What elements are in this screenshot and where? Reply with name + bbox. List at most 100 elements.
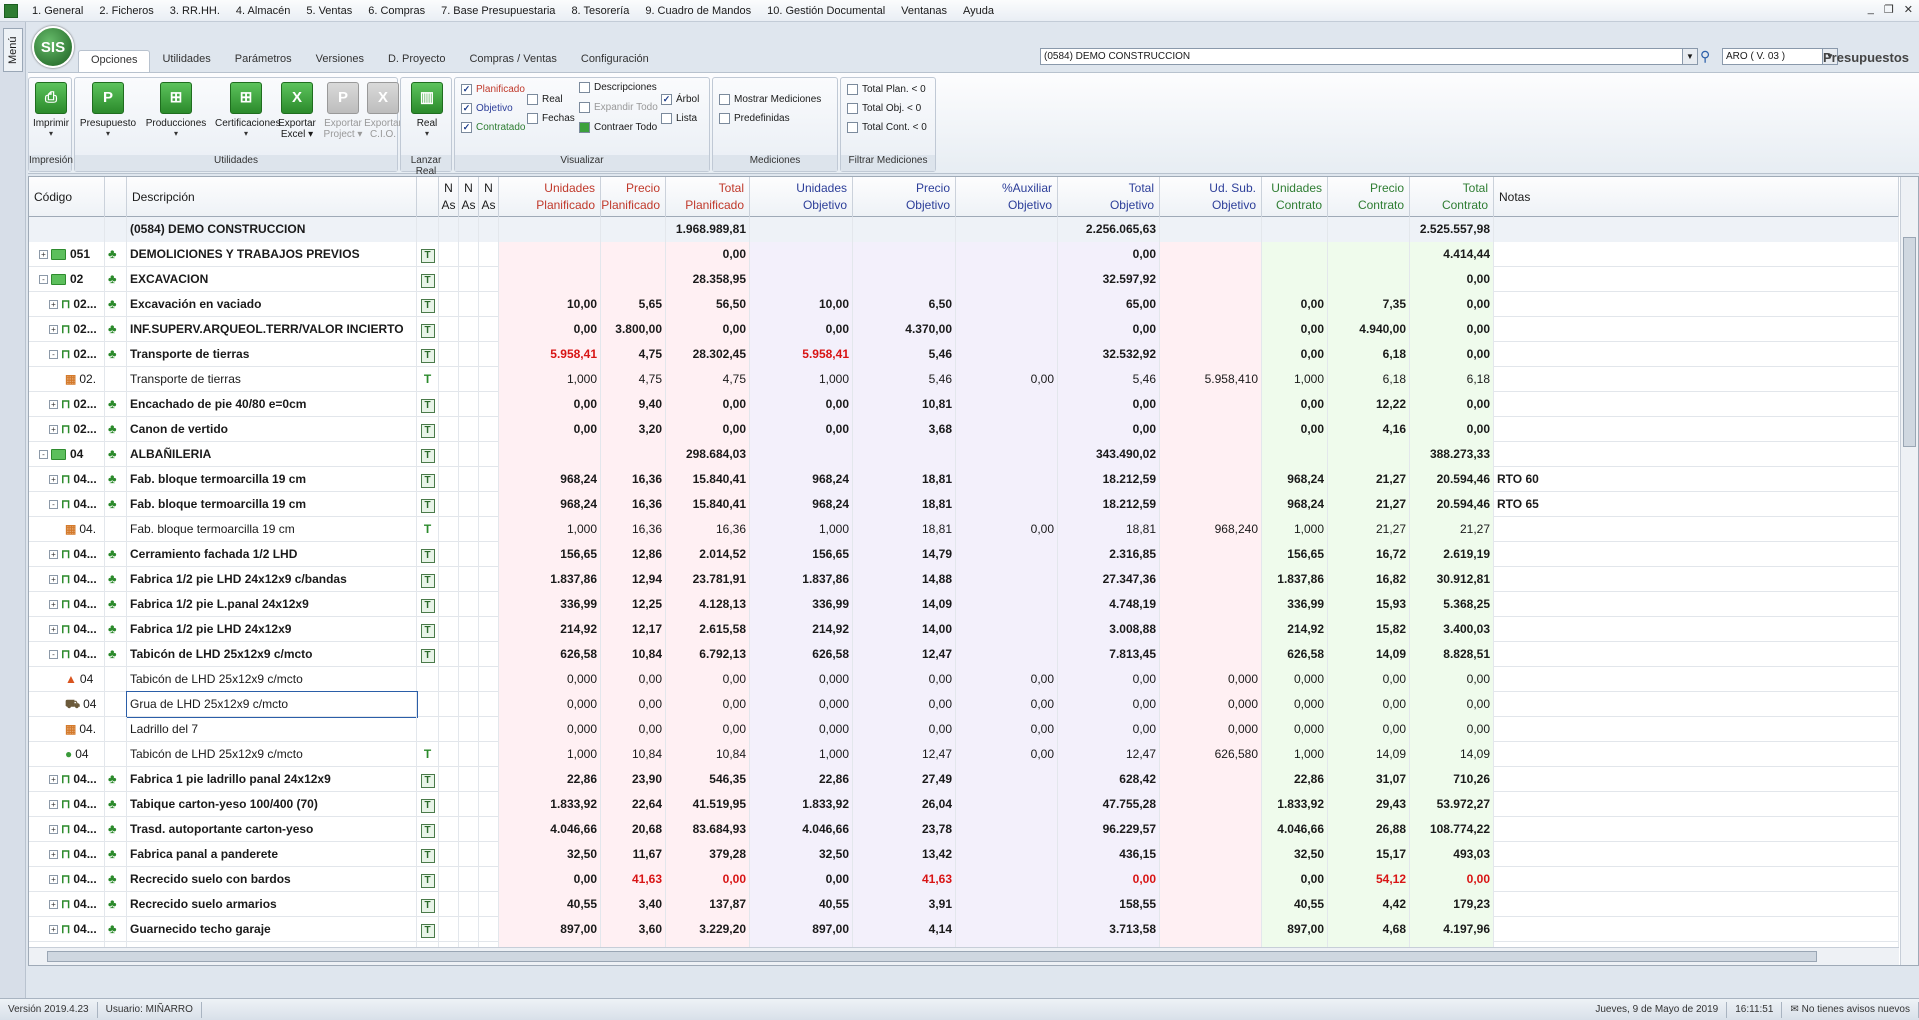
tab-opciones[interactable]: Opciones	[78, 50, 151, 72]
column-header[interactable]: Código	[29, 177, 105, 217]
column-header[interactable]: Unidades Objetivo	[750, 177, 853, 217]
table-row[interactable]: + ⊓ 02... ♣ Excavación en vaciado T 10,00 5,65 5…	[29, 292, 1899, 317]
table-row[interactable]: + ⊓ 04... ♣ Fabrica 1/2 pie LHD 24x12x9 c/ba…	[29, 567, 1899, 592]
text-note-icon[interactable]: T	[424, 747, 431, 761]
table-row[interactable]: +051 ♣ DEMOLICIONES Y TRABAJOS PREVIOS T 0,0…	[29, 242, 1899, 267]
table-row[interactable]: + ⊓ 04... ♣ Trasd. autoportante carton-yeso T…	[29, 817, 1899, 842]
tree-structure-icon[interactable]: ♣	[108, 321, 117, 336]
description-cell[interactable]: Transporte de tierras	[127, 367, 417, 392]
description-cell[interactable]: Excavación en vaciado	[127, 292, 417, 317]
column-header[interactable]: N As	[439, 177, 459, 217]
table-row[interactable]: - ⊓ 04... ♣ Fab. bloque termoarcilla 19 cm T 9…	[29, 492, 1899, 517]
chk-predefinidas[interactable]: Predefinidas	[719, 113, 790, 124]
column-header[interactable]: Ud. Sub. Objetivo	[1160, 177, 1262, 217]
tree-structure-icon[interactable]: ♣	[108, 246, 117, 261]
menu-ventas[interactable]: 5. Ventas	[298, 5, 360, 17]
tree-structure-icon[interactable]: ♣	[108, 271, 117, 286]
expand-icon[interactable]: +	[49, 575, 58, 585]
expand-icon[interactable]: +	[49, 550, 58, 560]
table-row[interactable]: ▦ 04. Ladrillo del 7 0,000 0,00 0,00 0,000 0,00…	[29, 717, 1899, 742]
tree-structure-icon[interactable]: ♣	[108, 396, 117, 411]
table-row[interactable]: + ⊓ 02... ♣ Encachado de pie 40/80 e=0cm T 0,0…	[29, 392, 1899, 417]
vertical-scrollbar[interactable]	[1900, 177, 1918, 965]
table-row[interactable]: - ⊓ 02... ♣ Transporte de tierras T 5.958,41 4,…	[29, 342, 1899, 367]
column-header[interactable]: Notas	[1494, 177, 1899, 217]
column-header[interactable]: Total Contrato	[1410, 177, 1494, 217]
scroll-thumb[interactable]	[1903, 237, 1916, 447]
column-header[interactable]: N As	[459, 177, 479, 217]
tree-structure-icon[interactable]: ♣	[108, 896, 117, 911]
table-row[interactable]: + ⊓ 02... ♣ Canon de vertido T 0,00 3,20 0,00 0,0…	[29, 417, 1899, 442]
expand-icon[interactable]: +	[49, 625, 58, 635]
tree-structure-icon[interactable]: ♣	[108, 571, 117, 586]
text-note-icon[interactable]: T	[420, 449, 435, 463]
table-row[interactable]: ▦ 02. Transporte de tierras T 1,000 4,75 4,75 1…	[29, 367, 1899, 392]
description-cell[interactable]: Grua de LHD 25x12x9 c/mcto	[126, 691, 418, 718]
search-icon[interactable]: ⚲	[1700, 48, 1716, 65]
description-cell[interactable]: Tabicón de LHD 25x12x9 c/mcto	[127, 742, 417, 767]
app-icon[interactable]	[4, 3, 18, 18]
text-note-icon[interactable]: T	[420, 874, 435, 888]
description-cell[interactable]: Ladrillo del 7	[127, 717, 417, 742]
description-cell[interactable]: Fab. bloque termoarcilla 19 cm	[127, 492, 417, 517]
tree-structure-icon[interactable]: ♣	[108, 621, 117, 636]
table-row[interactable]: + ⊓ 04... ♣ Guarnecido techo garaje T 897,00 3,…	[29, 917, 1899, 942]
tab-versiones[interactable]: Versiones	[304, 50, 376, 72]
description-cell[interactable]: (0584) DEMO CONSTRUCCION	[127, 217, 417, 242]
description-cell[interactable]: Guarnecido techo garaje	[127, 917, 417, 942]
text-note-icon[interactable]: T	[420, 249, 435, 263]
table-row[interactable]: + ⊓ 02... ♣ INF.SUPERV.ARQUEOL.TERR/VALOR IN…	[29, 317, 1899, 342]
description-cell[interactable]: Trasd. autoportante carton-yeso	[127, 817, 417, 842]
imprimir-button[interactable]: ⎙ Imprimir ▾	[20, 82, 82, 152]
table-row[interactable]: - ⊓ 04... ♣ Tabicón de LHD 25x12x9 c/mcto T 62…	[29, 642, 1899, 667]
description-cell[interactable]: Fabrica 1/2 pie L.panal 24x12x9	[127, 592, 417, 617]
tree-structure-icon[interactable]: ♣	[108, 796, 117, 811]
table-row[interactable]: + ⊓ 04... ♣ Fabrica 1/2 pie L.panal 24x12x9 T…	[29, 592, 1899, 617]
table-row[interactable]: - 04 ♣ ALBAÑILERIA T 298.684,03 343.490,02 388.…	[29, 442, 1899, 467]
tree-structure-icon[interactable]: ♣	[108, 546, 117, 561]
scroll-thumb[interactable]	[47, 951, 1817, 962]
menu-tesoreria[interactable]: 8. Tesorería	[563, 5, 637, 17]
text-note-icon[interactable]: T	[420, 924, 435, 938]
tree-structure-icon[interactable]: ♣	[108, 596, 117, 611]
description-cell[interactable]: Transporte de tierras	[127, 342, 417, 367]
table-row[interactable]: ● 04 Tabicón de LHD 25x12x9 c/mcto T 1,000 10…	[29, 742, 1899, 767]
column-header[interactable]: Precio Planificado	[601, 177, 666, 217]
expand-icon[interactable]: +	[49, 900, 58, 910]
description-cell[interactable]: Fabrica 1 pie ladrillo panal 24x12x9	[127, 767, 417, 792]
close-icon[interactable]: ✕	[1904, 3, 1913, 16]
text-note-icon[interactable]: T	[420, 649, 435, 663]
menu-almacen[interactable]: 4. Almacén	[228, 5, 298, 17]
menu-general[interactable]: 1. General	[24, 5, 91, 17]
expand-icon[interactable]: +	[49, 400, 58, 410]
menu-cuadro-mandos[interactable]: 9. Cuadro de Mandos	[637, 5, 759, 17]
description-cell[interactable]: Fabrica 1/2 pie LHD 24x12x9	[127, 617, 417, 642]
chk-total-cont[interactable]: Total Cont. < 0	[847, 122, 927, 133]
contraer-todo-button[interactable]: Contraer Todo	[579, 122, 657, 133]
status-notices[interactable]: ✉ No tienes avisos nuevos	[1782, 1001, 1919, 1018]
expand-icon[interactable]: +	[49, 800, 58, 810]
producciones-button[interactable]: ⊞ Producciones ▾	[145, 82, 207, 152]
collapse-icon[interactable]: -	[39, 450, 48, 460]
description-cell[interactable]: Fab. bloque termoarcilla 19 cm	[127, 467, 417, 492]
text-note-icon[interactable]: T	[420, 274, 435, 288]
collapse-icon[interactable]: -	[39, 275, 48, 285]
description-cell[interactable]: Recrecido suelo armarios	[127, 892, 417, 917]
restore-icon[interactable]: ❐	[1884, 3, 1894, 16]
expand-icon[interactable]: +	[39, 250, 48, 260]
text-note-icon[interactable]: T	[420, 349, 435, 363]
table-row[interactable]: - 02 ♣ EXCAVACION T 28.358,95 32.597,92 0,00	[29, 267, 1899, 292]
tree-structure-icon[interactable]: ♣	[108, 496, 117, 511]
menu-base-presupuestaria[interactable]: 7. Base Presupuestaria	[433, 5, 563, 17]
chevron-down-icon[interactable]: ▼	[1682, 49, 1697, 64]
text-note-icon[interactable]: T	[420, 499, 435, 513]
tree-structure-icon[interactable]: ♣	[108, 846, 117, 861]
text-note-icon[interactable]: T	[420, 549, 435, 563]
chk-objetivo[interactable]: ✓ Objetivo	[461, 103, 513, 114]
expand-icon[interactable]: +	[49, 775, 58, 785]
app-logo[interactable]: SIS	[32, 26, 74, 68]
table-row[interactable]: + ⊓ 04... ♣ Recrecido suelo con bardos T 0,00 4…	[29, 867, 1899, 892]
collapse-icon[interactable]: -	[49, 650, 58, 660]
menu-ventanas[interactable]: Ventanas	[893, 5, 955, 17]
text-note-icon[interactable]: T	[420, 824, 435, 838]
